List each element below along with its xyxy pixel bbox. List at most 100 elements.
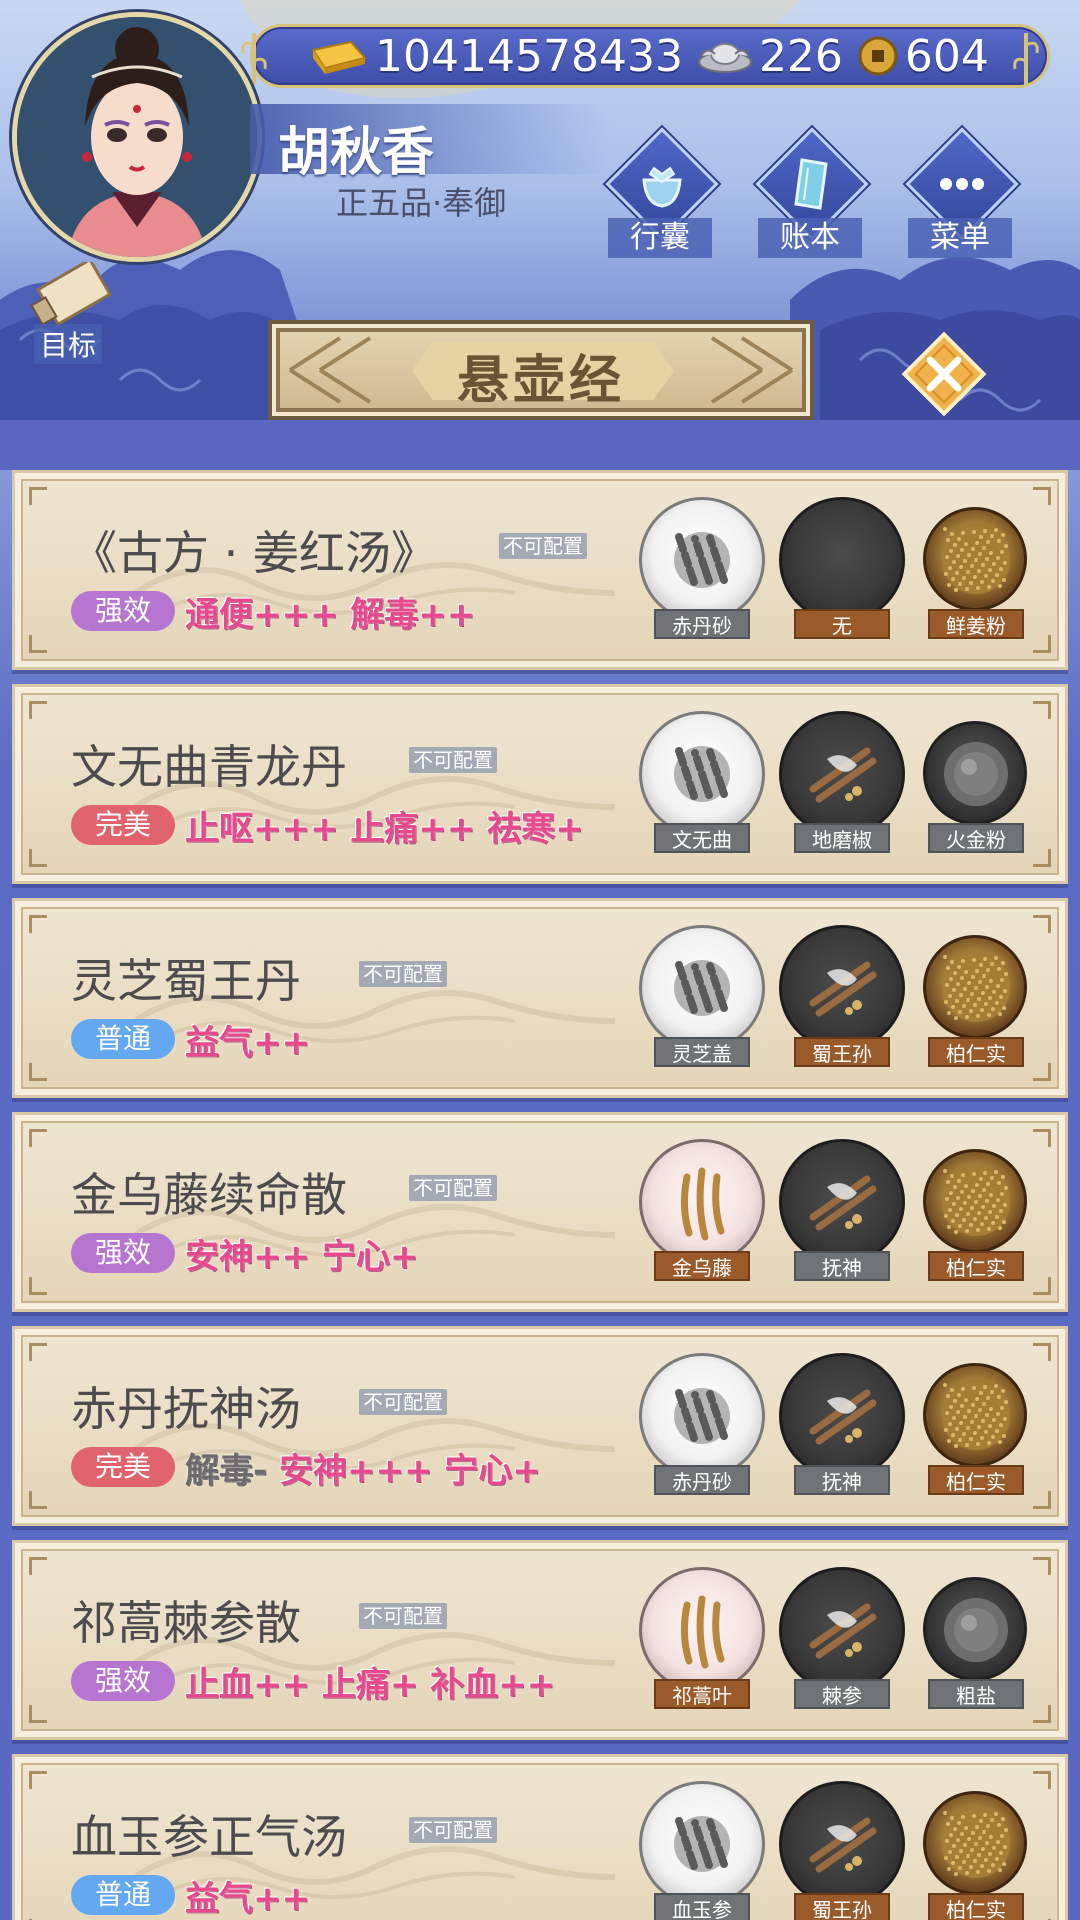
ingredient-slot[interactable]: 抚神	[777, 1349, 907, 1499]
ingredient-label: 地磨椒	[794, 823, 890, 853]
ingredient-image	[942, 526, 1010, 594]
ingredient-label: 柏仁实	[928, 1893, 1024, 1920]
ingredient-label: 棘参	[794, 1679, 890, 1709]
ingredient-slot[interactable]: 文无曲	[637, 707, 767, 857]
recipe-card[interactable]: 文无曲青龙丹 不可配置 完美 止呕+++ 止痛++ 祛寒+ 文无曲 地磨椒 火金粉	[12, 684, 1068, 884]
ingredient-image	[809, 1389, 877, 1445]
effect-text: 通便+++	[185, 595, 339, 635]
ingredient-image	[942, 1382, 1010, 1450]
ingredient-slot[interactable]: 棘参	[777, 1563, 907, 1713]
ingredient-slot[interactable]: 柏仁实	[911, 1777, 1041, 1920]
card-corner-ornament	[29, 915, 47, 933]
ingredient-label: 抚神	[794, 1465, 890, 1495]
silver-ingot-icon	[697, 43, 752, 73]
close-icon[interactable]	[898, 328, 990, 420]
ingredient-slot[interactable]: 灵芝盖	[637, 921, 767, 1071]
silver-value: 226	[758, 30, 843, 82]
ingredient-slot[interactable]: 无	[777, 493, 907, 643]
recipe-name: 文无曲青龙丹	[71, 740, 347, 794]
recipe-card[interactable]: 金乌藤续命散 不可配置 强效 安神++ 宁心+ 金乌藤 抚神 柏仁实	[12, 1112, 1068, 1312]
quality-badge: 普通	[71, 1875, 175, 1915]
effects-list: 益气++	[185, 1015, 310, 1064]
ledger-icon	[794, 158, 828, 210]
ingredient-slot[interactable]: 祁蒿叶	[637, 1563, 767, 1713]
effect-text: 解毒-	[185, 1451, 268, 1491]
title-banner: 悬壶经	[268, 320, 814, 420]
ingredient-slot[interactable]: 金乌藤	[637, 1135, 767, 1285]
ingredient-slot[interactable]: 柏仁实	[911, 1349, 1041, 1499]
ingredient-slot[interactable]: 鲜姜粉	[911, 493, 1041, 643]
ingredient-slot[interactable]: 赤丹砂	[637, 493, 767, 643]
not-configurable-tag: 不可配置	[409, 1817, 497, 1843]
recipe-card[interactable]: 灵芝蜀王丹 不可配置 普通 益气++ 灵芝盖 蜀王孙 柏仁实	[12, 898, 1068, 1098]
player-avatar[interactable]	[12, 12, 262, 262]
ingredient-slot[interactable]: 蜀王孙	[777, 1777, 907, 1920]
ingredient-slot[interactable]: 柏仁实	[911, 1135, 1041, 1285]
recipe-name: 《古方 · 姜红汤》	[71, 526, 437, 580]
ingredient-slot[interactable]: 火金粉	[911, 707, 1041, 857]
ingredient-slot[interactable]: 血玉参	[637, 1777, 767, 1920]
ingredient-slot[interactable]: 赤丹砂	[637, 1349, 767, 1499]
ingredient-label: 抚神	[794, 1251, 890, 1281]
effect-text: 祛寒+	[487, 809, 584, 849]
ingredient-label: 祁蒿叶	[654, 1679, 750, 1709]
effect-text: 安神++	[185, 1237, 310, 1277]
ingredient-image	[674, 746, 730, 802]
ingredient-image	[809, 1817, 877, 1873]
effect-text: 止痛++	[350, 809, 476, 849]
ingredient-bowl	[779, 497, 905, 623]
bag-label: 行囊	[608, 218, 712, 258]
copper-coin-icon	[858, 36, 898, 76]
effect-text: 益气++	[185, 1879, 310, 1919]
top-header: 10414578433 226 604 胡秋香 正五品·奉御 行囊 账本 菜单 …	[0, 0, 1080, 470]
ingredient-label: 赤丹砂	[654, 609, 750, 639]
card-corner-ornament	[29, 1491, 47, 1509]
effects-list: 止呕+++ 止痛++ 祛寒+	[185, 801, 584, 850]
card-corner-ornament	[29, 1771, 47, 1789]
quality-badge: 普通	[71, 1019, 175, 1059]
ingredient-slot[interactable]: 柏仁实	[911, 921, 1041, 1071]
ingredient-slot[interactable]: 地磨椒	[777, 707, 907, 857]
ingredient-image	[944, 1598, 1008, 1662]
ingredient-image	[944, 742, 1008, 806]
page-title: 悬壶经	[456, 351, 625, 411]
effects-list: 止血++ 止痛+ 补血++	[185, 1657, 555, 1706]
not-configurable-tag: 不可配置	[359, 961, 447, 987]
ingredient-image	[809, 747, 877, 803]
effects-list: 安神++ 宁心+	[185, 1229, 418, 1278]
ingredient-slot[interactable]: 粗盐	[911, 1563, 1041, 1713]
card-corner-ornament	[29, 487, 47, 505]
goal-button[interactable]: 目标	[14, 257, 124, 364]
effects-list: 解毒- 安神+++ 宁心+	[185, 1443, 541, 1492]
quality-badge: 强效	[71, 591, 175, 631]
copper-value: 604	[904, 30, 989, 82]
ingredient-label: 无	[794, 609, 890, 639]
quality-badge: 强效	[71, 1661, 175, 1701]
gold-ingot-icon	[311, 40, 367, 74]
recipe-card[interactable]: 祁蒿棘参散 不可配置 强效 止血++ 止痛+ 补血++ 祁蒿叶 棘参 粗盐	[12, 1540, 1068, 1740]
effects-list: 益气++	[185, 1871, 310, 1920]
recipe-list[interactable]: 《古方 · 姜红汤》 不可配置 强效 通便+++ 解毒++ 赤丹砂 无 鲜姜粉 文无曲…	[12, 470, 1068, 1920]
recipe-card[interactable]: 赤丹抚神汤 不可配置 完美 解毒- 安神+++ 宁心+ 赤丹砂 抚神 柏仁实	[12, 1326, 1068, 1526]
recipe-card[interactable]: 《古方 · 姜红汤》 不可配置 强效 通便+++ 解毒++ 赤丹砂 无 鲜姜粉	[12, 470, 1068, 670]
card-corner-ornament	[29, 1705, 47, 1723]
ingredient-image	[680, 1167, 725, 1241]
ingredient-slot[interactable]: 抚神	[777, 1135, 907, 1285]
recipe-card[interactable]: 血玉参正气汤 不可配置 普通 益气++ 血玉参 蜀王孙 柏仁实	[12, 1754, 1068, 1920]
menu-dots-icon	[940, 178, 984, 190]
goal-label: 目标	[34, 324, 103, 364]
effect-text: 安神+++	[278, 1451, 433, 1491]
bag-button[interactable]: 行囊	[600, 127, 720, 260]
not-configurable-tag: 不可配置	[359, 1603, 447, 1629]
ingredient-image	[674, 532, 730, 588]
menu-label: 菜单	[908, 218, 1012, 258]
card-corner-ornament	[29, 635, 47, 653]
menu-button[interactable]: 菜单	[900, 127, 1020, 260]
ingredient-image	[809, 961, 877, 1017]
gold-value: 10414578433	[375, 30, 683, 82]
ingredient-slot[interactable]: 蜀王孙	[777, 921, 907, 1071]
player-name: 胡秋香	[278, 123, 435, 183]
portrait-image	[17, 17, 257, 257]
ledger-button[interactable]: 账本	[750, 127, 870, 260]
recipe-name: 金乌藤续命散	[71, 1168, 347, 1222]
